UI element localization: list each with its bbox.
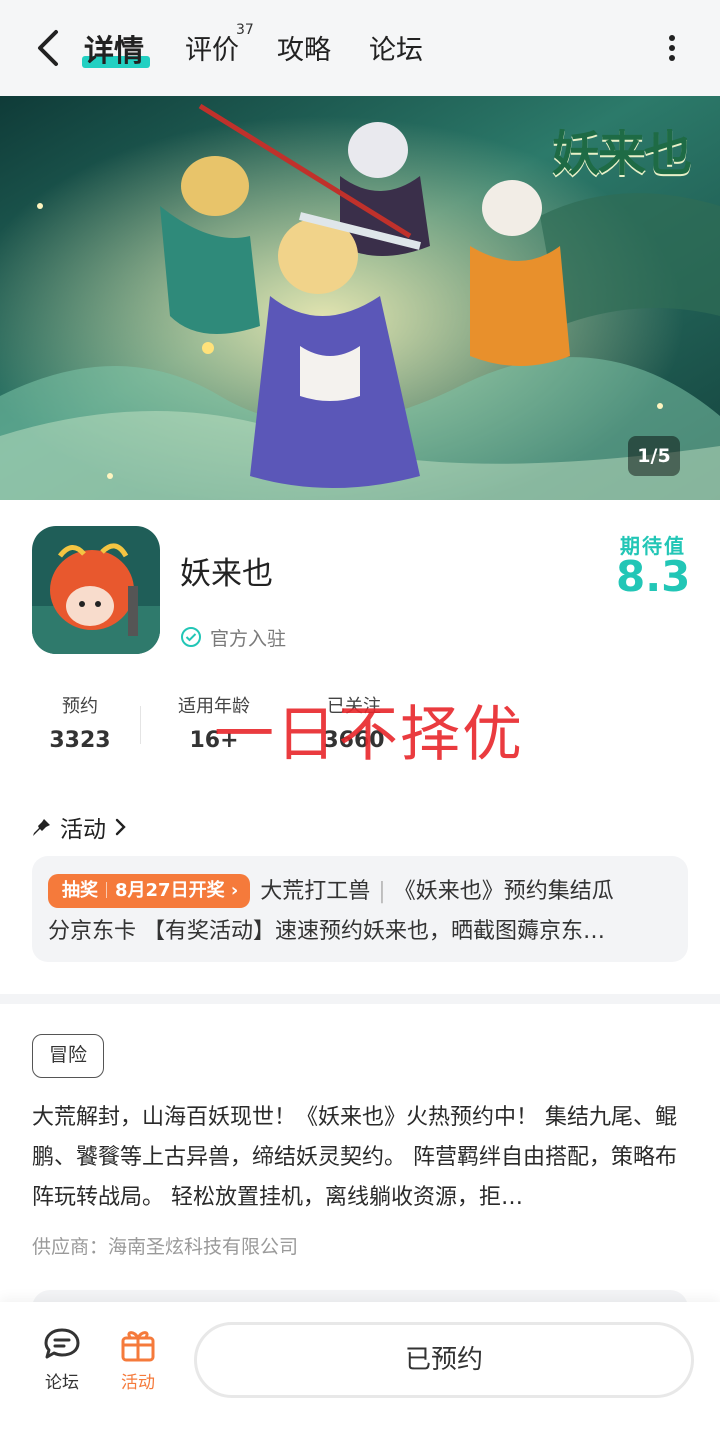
app-name: 妖来也 (180, 556, 273, 592)
stat-label: 预约 (62, 696, 98, 717)
chat-bubble-icon (44, 1328, 80, 1359)
activity-title: 活动 (60, 817, 106, 843)
pin-icon (33, 819, 50, 836)
chevron-right-icon (115, 818, 126, 836)
genre-tag[interactable]: 冒险 (32, 1034, 104, 1078)
tab-reviews[interactable]: 评价 (185, 28, 239, 67)
gift-icon (121, 1331, 155, 1362)
game-description[interactable]: 大荒解封，山海百妖现世！《妖来也》火热预约中！ 集结九尾、鲲鹏、饕餮等上古异兽，… (32, 1098, 692, 1218)
reviews-count-badge: 37 (236, 22, 254, 38)
activity-headline: 《妖来也》预约集结瓜 (393, 879, 614, 904)
official-badge: 官方入驻 (180, 624, 286, 650)
game-logo-text: 妖来也 (551, 126, 692, 182)
tab-guides[interactable]: 攻略 (277, 28, 331, 67)
check-circle-icon (181, 627, 201, 647)
supplier-info: 供应商：海南圣炫科技有限公司 (32, 1236, 299, 1258)
forum-nav-label: 论坛 (45, 1373, 79, 1393)
stat-value: 3323 (49, 728, 111, 753)
expectation-score: 8.3 (616, 552, 691, 601)
overlay-watermark-text: 一日不择优 (214, 700, 524, 770)
stat-divider (140, 706, 141, 744)
app-icon (32, 526, 160, 654)
activity-card[interactable]: 抽奖 8月27日开奖 › 大荒打工兽 | 《妖来也》预约集结瓜 分京东卡 【有奖活动】速… (32, 856, 688, 962)
banner-carousel[interactable]: 妖来也 (0, 96, 720, 500)
official-label: 官方入驻 (210, 627, 287, 650)
activity-nav-label: 活动 (121, 1373, 155, 1393)
activity-section-header[interactable]: 活动 (32, 810, 128, 844)
forum-nav-button[interactable]: 论坛 (34, 1326, 90, 1393)
tab-details[interactable]: 详情 (84, 26, 144, 70)
activity-description: 分京东卡 【有奖活动】速速预约妖来也，晒截图薅京东… (48, 919, 605, 944)
stat-reservations: 预约 3323 (48, 692, 112, 753)
activity-nav-button[interactable]: 活动 (110, 1326, 166, 1393)
lottery-tag: 抽奖 8月27日开奖 › (48, 874, 251, 908)
tab-forum[interactable]: 论坛 (369, 28, 423, 67)
back-arrow-icon[interactable] (28, 26, 68, 70)
activity-author: 大荒打工兽 (260, 879, 371, 904)
reserved-button[interactable]: 已预约 (194, 1322, 694, 1398)
activity-separator: | (378, 879, 386, 904)
more-options-icon[interactable] (660, 30, 684, 66)
carousel-page-indicator: 1/5 (628, 436, 680, 476)
section-divider (0, 994, 720, 1004)
top-nav-bar: 详情 评价 37 攻略 论坛 (0, 0, 720, 96)
